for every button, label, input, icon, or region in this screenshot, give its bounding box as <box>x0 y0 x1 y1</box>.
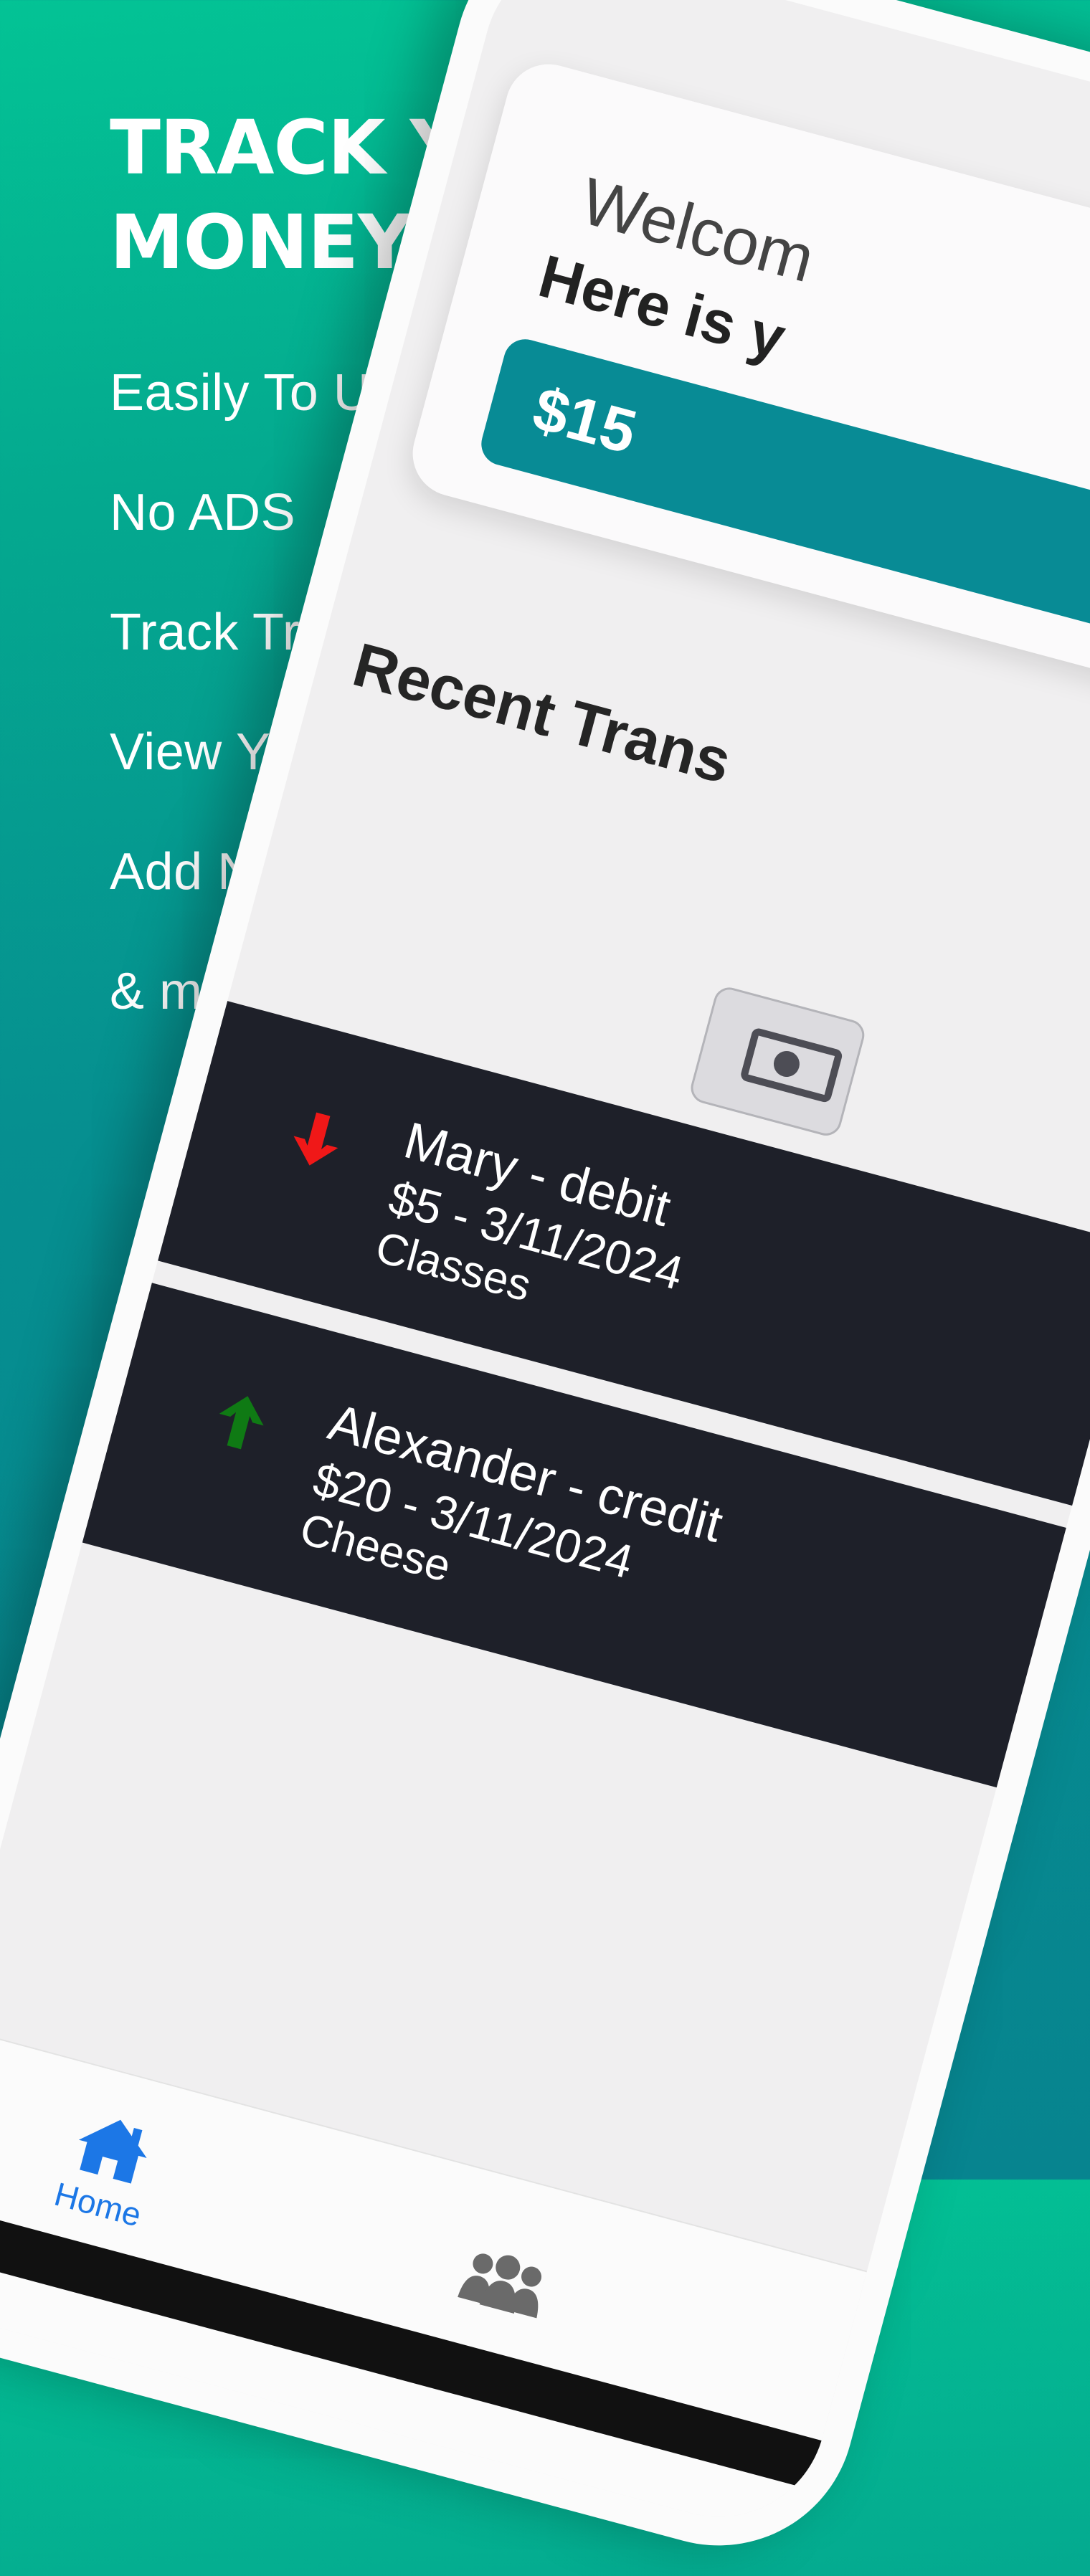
cash-icon <box>739 1027 844 1104</box>
recent-transactions-title: Recent Trans <box>346 629 739 797</box>
welcome-card: Welcom Here is y $15 <box>403 54 1090 744</box>
tab-people[interactable] <box>450 2243 556 2326</box>
balance-amount: $15 <box>526 374 644 467</box>
arrow-down-icon <box>293 1112 338 1166</box>
people-icon <box>458 2253 542 2319</box>
add-transaction-button[interactable] <box>687 984 868 1139</box>
tab-home[interactable]: Home <box>44 2104 170 2236</box>
balance-bar: $15 <box>476 334 1090 682</box>
home-icon <box>78 2119 147 2184</box>
transaction-details: Alexander - credit $20 - 3/11/2024 Chees… <box>295 1391 729 1658</box>
transaction-list: Mary - debit $5 - 3/11/2024 Classes Alex… <box>76 1001 1090 1917</box>
arrow-up-icon <box>219 1396 264 1450</box>
transaction-details: Mary - debit $5 - 3/11/2024 Classes <box>370 1109 705 1349</box>
